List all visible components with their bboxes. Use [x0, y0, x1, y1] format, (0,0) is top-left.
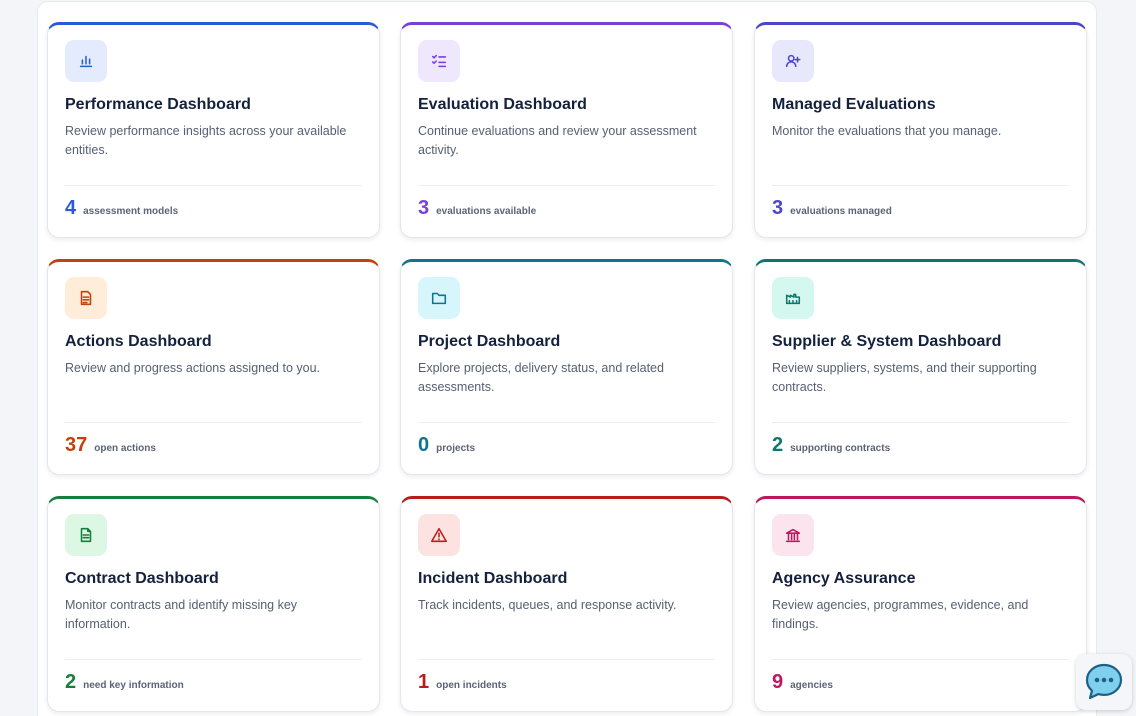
- card-title: Incident Dashboard: [418, 570, 568, 587]
- stat-label: need key information: [83, 680, 184, 691]
- card-actions-dashboard[interactable]: Actions Dashboard Review and progress ac…: [47, 259, 380, 475]
- bank-icon: [772, 514, 814, 556]
- card-performance-dashboard[interactable]: Performance Dashboard Review performance…: [47, 22, 380, 238]
- card-stat: 3 evaluations available: [418, 197, 536, 220]
- card-project-dashboard[interactable]: Project Dashboard Explore projects, deli…: [400, 259, 733, 475]
- folder-icon: [418, 277, 460, 319]
- card-title: Managed Evaluations: [772, 96, 936, 113]
- card-title: Agency Assurance: [772, 570, 916, 587]
- stat-label: open actions: [94, 443, 156, 454]
- card-managed-evaluations[interactable]: Managed Evaluations Monitor the evaluati…: [754, 22, 1087, 238]
- card-divider: [65, 659, 362, 660]
- card-stat: 2 supporting contracts: [772, 434, 890, 457]
- warning-icon: [418, 514, 460, 556]
- stat-label: assessment models: [83, 206, 179, 217]
- chat-button[interactable]: [1076, 654, 1132, 710]
- card-title: Evaluation Dashboard: [418, 96, 587, 113]
- stat-label: projects: [436, 443, 476, 454]
- card-title: Performance Dashboard: [65, 96, 251, 113]
- stat-value: 3: [418, 197, 430, 219]
- card-description: Review agencies, programmes, evidence, a…: [772, 598, 1029, 631]
- file-text-icon: [65, 514, 107, 556]
- card-description: Continue evaluations and review your ass…: [418, 124, 697, 157]
- stat-value: 1: [418, 671, 430, 693]
- card-description: Review performance insights across your …: [65, 124, 347, 157]
- stat-label: open incidents: [436, 680, 507, 691]
- card-stat: 0 projects: [418, 434, 475, 457]
- card-title: Actions Dashboard: [65, 333, 212, 350]
- card-divider: [418, 659, 715, 660]
- stat-value: 4: [65, 197, 77, 219]
- card-divider: [65, 185, 362, 186]
- card-title: Project Dashboard: [418, 333, 561, 350]
- card-evaluation-dashboard[interactable]: Evaluation Dashboard Continue evaluation…: [400, 22, 733, 238]
- card-divider: [772, 422, 1069, 423]
- stat-value: 3: [772, 197, 784, 219]
- card-contract-dashboard[interactable]: Contract Dashboard Monitor contracts and…: [47, 496, 380, 712]
- card-stat: 1 open incidents: [418, 671, 507, 694]
- card-stat: 2 need key information: [65, 671, 184, 694]
- checklist-icon: [418, 40, 460, 82]
- card-description: Explore projects, delivery status, and r…: [418, 361, 664, 394]
- stat-value: 0: [418, 434, 430, 456]
- card-description: Review and progress actions assigned to …: [65, 361, 321, 375]
- card-title: Supplier & System Dashboard: [772, 333, 1002, 350]
- card-divider: [418, 422, 715, 423]
- stat-value: 9: [772, 671, 784, 693]
- card-divider: [772, 659, 1069, 660]
- stat-label: supporting contracts: [790, 443, 891, 454]
- card-agency-assurance[interactable]: Agency Assurance Review agencies, progra…: [754, 496, 1087, 712]
- stat-value: 2: [65, 671, 77, 693]
- card-supplier-system-dashboard[interactable]: Supplier & System Dashboard Review suppl…: [754, 259, 1087, 475]
- card-divider: [65, 422, 362, 423]
- stat-label: agencies: [790, 680, 833, 691]
- document-icon: [65, 277, 107, 319]
- user-plus-icon: [772, 40, 814, 82]
- card-divider: [418, 185, 715, 186]
- card-divider: [772, 185, 1069, 186]
- factory-icon: [772, 277, 814, 319]
- card-incident-dashboard[interactable]: Incident Dashboard Track incidents, queu…: [400, 496, 733, 712]
- stat-value: 2: [772, 434, 784, 456]
- chat-icon: [1085, 663, 1123, 700]
- card-title: Contract Dashboard: [65, 570, 219, 587]
- card-description: Monitor the evaluations that you manage.: [772, 124, 1002, 138]
- stat-label: evaluations managed: [790, 206, 892, 217]
- card-description: Monitor contracts and identify missing k…: [65, 598, 298, 631]
- bar-chart-icon: [65, 40, 107, 82]
- card-stat: 4 assessment models: [65, 197, 178, 220]
- stat-label: evaluations available: [436, 206, 537, 217]
- card-stat: 3 evaluations managed: [772, 197, 892, 220]
- card-stat: 37 open actions: [65, 434, 156, 457]
- card-description: Track incidents, queues, and response ac…: [418, 598, 677, 612]
- stat-value: 37: [65, 434, 88, 456]
- card-stat: 9 agencies: [772, 671, 833, 694]
- card-description: Review suppliers, systems, and their sup…: [772, 361, 1037, 394]
